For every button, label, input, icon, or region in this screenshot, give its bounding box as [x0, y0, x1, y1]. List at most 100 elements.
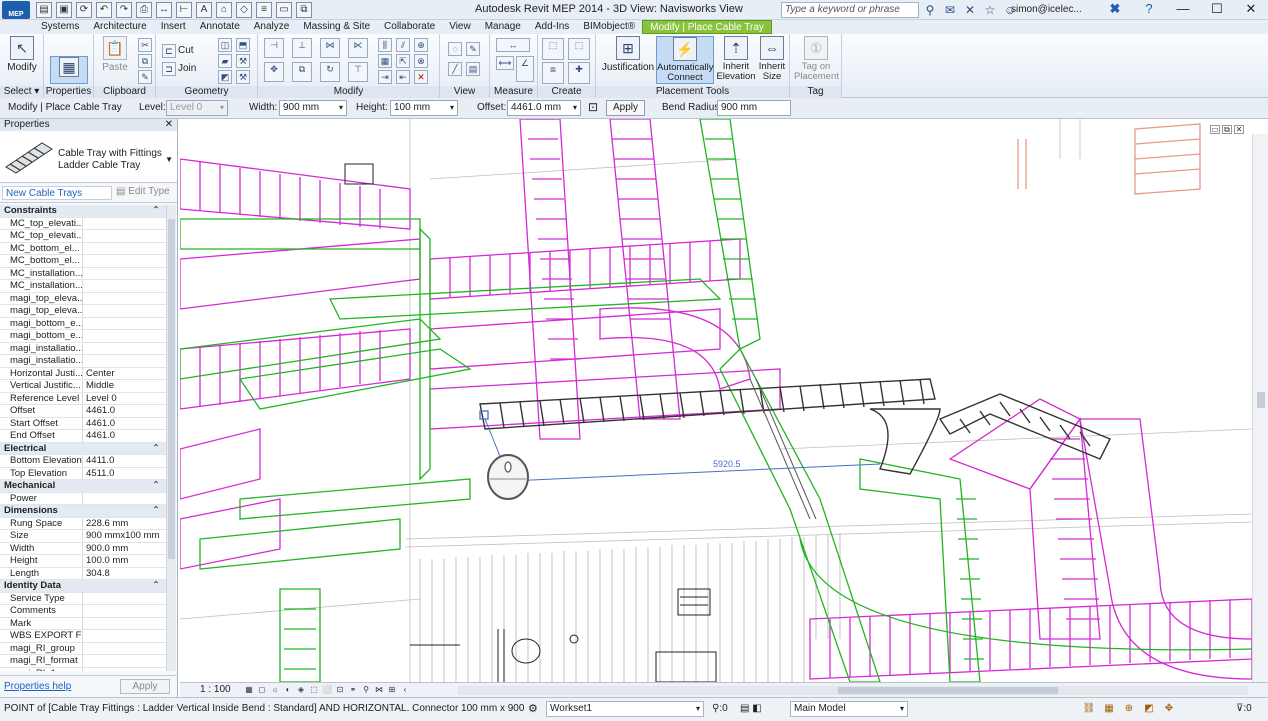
- property-value[interactable]: [83, 317, 166, 329]
- maximize-view-icon[interactable]: ⧉: [1222, 125, 1232, 134]
- mirror-axis-icon[interactable]: ⋈: [320, 38, 340, 58]
- property-value[interactable]: [83, 355, 166, 367]
- subscription-icon[interactable]: ✉: [942, 2, 958, 18]
- property-value[interactable]: Middle: [83, 380, 166, 392]
- unpin-icon[interactable]: ⊗: [414, 54, 428, 68]
- demolish-icon[interactable]: ⚒: [236, 54, 250, 68]
- detail-level-icon[interactable]: ▦: [244, 685, 254, 695]
- drawing-area[interactable]: 5920.5 ▭ ⧉ ✕: [180, 119, 1252, 682]
- linework-icon[interactable]: ╱: [448, 62, 462, 76]
- measure-icon[interactable]: ↔: [156, 2, 172, 18]
- scrollbar-thumb[interactable]: [838, 687, 1058, 694]
- array-icon[interactable]: ▦: [378, 54, 392, 68]
- width-select[interactable]: 900 mm ▾: [279, 100, 347, 116]
- binoculars-icon[interactable]: ⚲: [922, 2, 938, 18]
- property-value[interactable]: [83, 667, 166, 671]
- collapse-icon[interactable]: ⌃: [152, 480, 160, 493]
- join-geometry-icon[interactable]: ⊐: [162, 62, 176, 76]
- restore-view-icon[interactable]: ▭: [1210, 125, 1220, 134]
- crop-view-icon[interactable]: ⬚: [309, 685, 319, 695]
- show-crop-icon[interactable]: ⬜: [322, 685, 332, 695]
- aligned-dimension-icon[interactable]: ∠: [516, 56, 534, 82]
- match-type-icon[interactable]: ✎: [138, 70, 152, 84]
- split-gap-icon[interactable]: ⫽: [396, 38, 410, 52]
- tab-manage[interactable]: Manage: [478, 20, 528, 34]
- property-value[interactable]: [83, 217, 166, 229]
- save-icon[interactable]: ▣: [56, 2, 72, 18]
- copy-element-icon[interactable]: ⧉: [292, 62, 312, 82]
- property-value[interactable]: [83, 617, 166, 629]
- select-underlay-icon[interactable]: ▦: [1102, 702, 1116, 716]
- exchange-apps-icon[interactable]: ✖: [1098, 0, 1132, 20]
- properties-apply-button[interactable]: Apply: [120, 679, 170, 694]
- wall-joins-icon[interactable]: ⬒: [236, 38, 250, 52]
- drag-elements-icon[interactable]: ✥: [1162, 702, 1176, 716]
- editable-only-count[interactable]: ⚲:0: [712, 703, 728, 714]
- cope-icon[interactable]: ⊏: [162, 44, 176, 58]
- reveal-hidden-icon[interactable]: ⚲: [361, 685, 371, 695]
- tab-view[interactable]: View: [442, 20, 478, 34]
- create-assembly-icon[interactable]: ⬚: [542, 38, 564, 60]
- property-value[interactable]: [83, 280, 166, 292]
- close-hidden-icon[interactable]: ▭: [276, 2, 292, 18]
- lock-3d-view-icon[interactable]: ⊡: [335, 685, 345, 695]
- property-value[interactable]: [83, 242, 166, 254]
- dimension-icon[interactable]: ⊢: [176, 2, 192, 18]
- tab-insert[interactable]: Insert: [154, 20, 193, 34]
- property-value[interactable]: [83, 592, 166, 604]
- collapse-icon[interactable]: ⌃: [152, 580, 160, 593]
- property-value[interactable]: [83, 330, 166, 342]
- property-value[interactable]: 304.8: [83, 567, 166, 579]
- close-icon[interactable]: ✕: [1234, 0, 1268, 20]
- collapse-icon[interactable]: ⌃: [152, 443, 160, 456]
- split-face-icon[interactable]: ◫: [218, 38, 232, 52]
- tab-modify-place-cable-tray[interactable]: Modify | Place Cable Tray: [642, 20, 772, 34]
- offset-select[interactable]: 4461.0 mm ▾: [507, 100, 581, 116]
- undo-icon[interactable]: ↶: [96, 2, 112, 18]
- property-group-header[interactable]: Identity Data ⌃: [0, 580, 166, 593]
- analytical-model-icon[interactable]: ⋈: [374, 685, 384, 695]
- type-selector[interactable]: Cable Tray with Fittings Ladder Cable Tr…: [0, 131, 177, 183]
- pin-icon[interactable]: ⊕: [414, 38, 428, 52]
- property-value[interactable]: [83, 230, 166, 242]
- communication-icon[interactable]: ✕: [962, 2, 978, 18]
- hammer-icon[interactable]: ⚒: [236, 70, 250, 84]
- cut-icon[interactable]: ✂: [138, 38, 152, 52]
- scrollbar-thumb[interactable]: [168, 219, 175, 559]
- override-graphics-icon[interactable]: ✎: [466, 42, 480, 56]
- property-group-header[interactable]: Constraints ⌃: [0, 205, 166, 218]
- remove-paint-icon[interactable]: ◩: [218, 70, 232, 84]
- apply-offset-button[interactable]: Apply: [606, 100, 646, 116]
- select-pinned-icon[interactable]: ⊕: [1122, 702, 1136, 716]
- properties-help-link[interactable]: Properties help: [4, 681, 71, 692]
- design-option-select[interactable]: Main Model ▾: [790, 701, 908, 717]
- property-value[interactable]: Level 0: [83, 392, 166, 404]
- property-value[interactable]: 4511.0: [83, 467, 166, 479]
- rotate-icon[interactable]: ↻: [320, 62, 340, 82]
- inherit-elevation-button[interactable]: ⇡ Inherit Elevation: [716, 36, 756, 84]
- select-links-icon[interactable]: ⛓: [1082, 702, 1096, 716]
- property-value[interactable]: 900.0 mm: [83, 542, 166, 554]
- paint-icon[interactable]: ▰: [218, 54, 232, 68]
- property-value[interactable]: [83, 305, 166, 317]
- automatically-connect-button[interactable]: ⚡ Automatically Connect: [656, 36, 714, 84]
- modify-button[interactable]: ↖ Modify: [3, 36, 41, 84]
- instance-filter-select[interactable]: New Cable Trays: [2, 186, 112, 200]
- help-search-input[interactable]: Type a keyword or phrase: [781, 2, 919, 18]
- tab-annotate[interactable]: Annotate: [193, 20, 247, 34]
- property-group-header[interactable]: Electrical ⌃: [0, 442, 166, 456]
- property-value[interactable]: 228.6 mm: [83, 517, 166, 529]
- align-icon[interactable]: ⊣: [264, 38, 284, 58]
- tab-add-ins[interactable]: Add-Ins: [528, 20, 576, 34]
- tab-systems[interactable]: Systems: [34, 20, 86, 34]
- tab-architecture[interactable]: Architecture: [86, 20, 153, 34]
- section-icon[interactable]: ◇: [236, 2, 252, 18]
- create-similar-icon[interactable]: ✚: [568, 62, 590, 84]
- temporary-hide-icon[interactable]: ⚭: [348, 685, 358, 695]
- property-value[interactable]: [83, 605, 166, 617]
- drawing-horizontal-scrollbar[interactable]: [458, 686, 1248, 695]
- paste-button[interactable]: 📋 Paste: [96, 36, 134, 84]
- help-icon[interactable]: ?: [1132, 0, 1166, 20]
- maximize-icon[interactable]: ☐: [1200, 0, 1234, 20]
- tab-bimobject[interactable]: BIMobject®: [576, 20, 642, 34]
